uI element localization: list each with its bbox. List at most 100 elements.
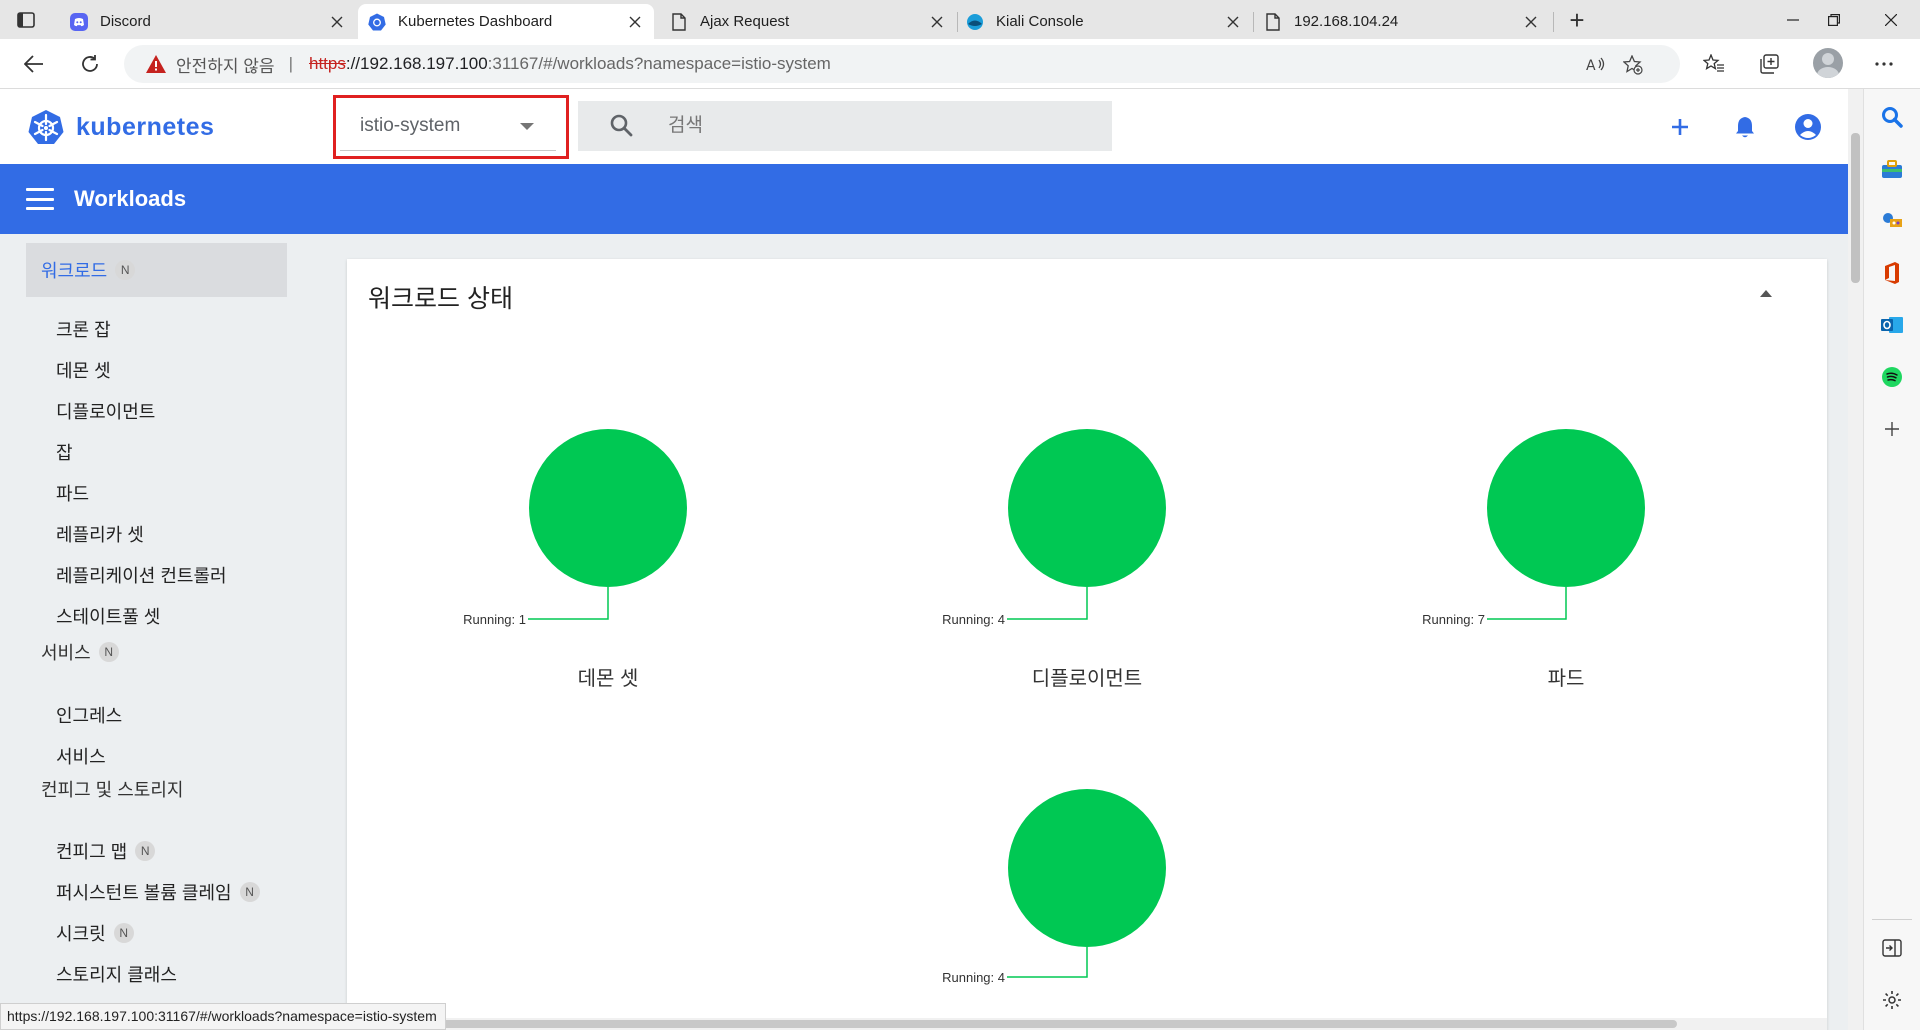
notifications-icon[interactable] bbox=[1729, 111, 1761, 143]
side-navigation: 워크로드 N 크론 잡 데몬 셋 디플로이먼트 잡 파드 레플리카 셋 레플리케이션 컨트롤러 스… bbox=[0, 234, 347, 1030]
nav-item-label: 데몬 셋 bbox=[56, 361, 111, 381]
running-leader-line bbox=[1007, 947, 1088, 978]
collections-icon[interactable] bbox=[1754, 48, 1786, 80]
running-pie-slice bbox=[1487, 429, 1645, 587]
collapse-card-icon[interactable] bbox=[1760, 290, 1772, 297]
running-count-label: Running: 1 bbox=[463, 612, 526, 627]
workload-status-card: Running: 1 데몬 셋 Running: 4 디플로이먼트 Running: 7… bbox=[347, 259, 1827, 1030]
search-input[interactable] bbox=[668, 115, 1068, 137]
nav-item[interactable]: 크론 잡 bbox=[56, 316, 111, 342]
warning-icon[interactable] bbox=[146, 55, 166, 73]
office-icon[interactable] bbox=[1880, 261, 1904, 285]
nav-item-label: 레플리카 셋 bbox=[56, 525, 144, 545]
workload-status-charts: Running: 1 데몬 셋 Running: 4 디플로이먼트 Running: 7… bbox=[463, 429, 1645, 985]
nav-group-label: 워크로드 bbox=[41, 261, 108, 281]
games-icon[interactable] bbox=[1880, 209, 1904, 233]
tab-title: Kubernetes Dashboard bbox=[398, 13, 553, 30]
tab-actions-icon[interactable] bbox=[14, 9, 38, 31]
running-pie-slice bbox=[1008, 789, 1166, 947]
chart-name: 파드 bbox=[1548, 667, 1585, 690]
create-resource-button[interactable] bbox=[1664, 111, 1696, 143]
nav-item[interactable]: 파드 bbox=[56, 480, 89, 506]
account-icon[interactable] bbox=[1792, 111, 1824, 143]
browser-tab[interactable]: Ajax Request bbox=[660, 4, 956, 39]
namespaced-badge: N bbox=[98, 642, 119, 662]
chevron-down-icon bbox=[520, 123, 534, 130]
nav-item[interactable]: 레플리카 셋 bbox=[56, 521, 144, 547]
page-toolbar: Workloads bbox=[0, 164, 1848, 234]
close-tab-icon[interactable] bbox=[928, 13, 946, 31]
sidebar-divider bbox=[1872, 919, 1912, 920]
nav-item[interactable]: 데몬 셋 bbox=[56, 357, 111, 383]
document-icon bbox=[1264, 12, 1282, 31]
browser-toolbar: 안전하지 않음 | https://192.168.197.100:31167/… bbox=[0, 39, 1920, 89]
vertical-scrollbar[interactable] bbox=[1848, 89, 1863, 1030]
search-bar[interactable] bbox=[578, 101, 1112, 151]
running-count-label: Running: 4 bbox=[942, 612, 1005, 627]
refresh-button[interactable] bbox=[74, 48, 106, 80]
browser-tab[interactable]: Kubernetes Dashboard bbox=[358, 4, 654, 39]
running-leader-line bbox=[528, 587, 609, 620]
more-options-icon[interactable] bbox=[1868, 48, 1900, 80]
nav-item-label: 크론 잡 bbox=[56, 320, 111, 340]
search-icon bbox=[610, 114, 633, 137]
new-tab-button[interactable]: + bbox=[1563, 5, 1591, 35]
nav-item-label: 인그레스 bbox=[56, 706, 123, 726]
add-sidebar-app-icon[interactable] bbox=[1880, 417, 1904, 441]
close-tab-icon[interactable] bbox=[626, 13, 644, 31]
close-tab-icon[interactable] bbox=[1224, 13, 1242, 31]
favorites-icon[interactable] bbox=[1698, 48, 1730, 80]
nav-item[interactable]: 디플로이먼트 bbox=[56, 398, 155, 424]
nav-item-label: 시크릿 bbox=[56, 924, 106, 944]
browser-tab[interactable]: Kiali Console bbox=[956, 4, 1252, 39]
nav-item[interactable]: 시크릿 N bbox=[56, 920, 134, 946]
back-button[interactable] bbox=[18, 48, 50, 80]
security-status[interactable]: 안전하지 않음 bbox=[176, 52, 275, 77]
spotify-icon[interactable] bbox=[1880, 365, 1904, 389]
nav-item[interactable]: 퍼시스턴트 볼륨 클레임 N bbox=[56, 879, 260, 905]
browser-tab[interactable]: 192.168.104.24 bbox=[1254, 4, 1550, 39]
browser-tab[interactable]: Discord bbox=[60, 4, 356, 39]
address-bar[interactable]: 안전하지 않음 | https://192.168.197.100:31167/… bbox=[124, 45, 1680, 83]
vertical-scrollbar-thumb[interactable] bbox=[1851, 133, 1860, 283]
tab-separator bbox=[1553, 12, 1554, 32]
nav-item-label: 스토리지 클래스 bbox=[56, 965, 177, 985]
address-separator: | bbox=[288, 54, 293, 73]
close-tab-icon[interactable] bbox=[1522, 13, 1540, 31]
read-aloud-icon[interactable]: A bbox=[1582, 51, 1610, 79]
namespaced-badge: N bbox=[135, 841, 156, 861]
restore-button[interactable] bbox=[1811, 0, 1857, 39]
close-window-button[interactable] bbox=[1868, 0, 1914, 39]
nav-group[interactable]: 컨피그 및 스토리지 bbox=[26, 762, 287, 816]
url-host: ://192.168.197.100 bbox=[345, 54, 488, 73]
hide-sidebar-icon[interactable] bbox=[1880, 936, 1904, 960]
running-leader-line bbox=[1007, 587, 1088, 620]
close-tab-icon[interactable] bbox=[328, 13, 346, 31]
nav-item[interactable]: 레플리케이션 컨트롤러 bbox=[56, 562, 227, 588]
running-count-label: Running: 4 bbox=[942, 970, 1005, 985]
tab-title: Discord bbox=[100, 13, 151, 30]
kubernetes-logo[interactable]: kubernetes bbox=[28, 109, 214, 145]
favorite-add-icon[interactable] bbox=[1619, 51, 1647, 79]
nav-item[interactable]: 스토리지 클래스 bbox=[56, 961, 177, 987]
horizontal-scrollbar[interactable] bbox=[347, 1018, 1827, 1030]
nav-item[interactable]: 인그레스 bbox=[56, 702, 122, 728]
nav-group[interactable]: 서비스 N bbox=[26, 625, 287, 679]
url-path: :31167/#/workloads?namespace=istio-syste… bbox=[487, 54, 831, 73]
card-title: 워크로드 상태 bbox=[368, 285, 513, 313]
outlook-icon[interactable] bbox=[1880, 313, 1904, 337]
hamburger-menu-icon[interactable] bbox=[26, 188, 54, 210]
profile-avatar[interactable] bbox=[1813, 48, 1843, 78]
nav-item-label: 컨피그 맵 bbox=[56, 842, 128, 862]
minimize-button[interactable] bbox=[1770, 0, 1816, 39]
nav-item[interactable]: 잡 bbox=[56, 439, 73, 465]
horizontal-scrollbar-thumb[interactable] bbox=[347, 1020, 1677, 1028]
search-sidebar-icon[interactable] bbox=[1880, 105, 1904, 129]
running-leader-line bbox=[1487, 587, 1567, 620]
sidebar-settings-icon[interactable] bbox=[1880, 988, 1904, 1012]
nav-item[interactable]: 컨피그 맵 N bbox=[56, 838, 156, 864]
tools-icon[interactable] bbox=[1880, 157, 1904, 181]
document-icon bbox=[670, 12, 688, 31]
namespace-selector[interactable]: istio-system bbox=[340, 101, 556, 151]
nav-group[interactable]: 워크로드 N bbox=[26, 243, 287, 297]
